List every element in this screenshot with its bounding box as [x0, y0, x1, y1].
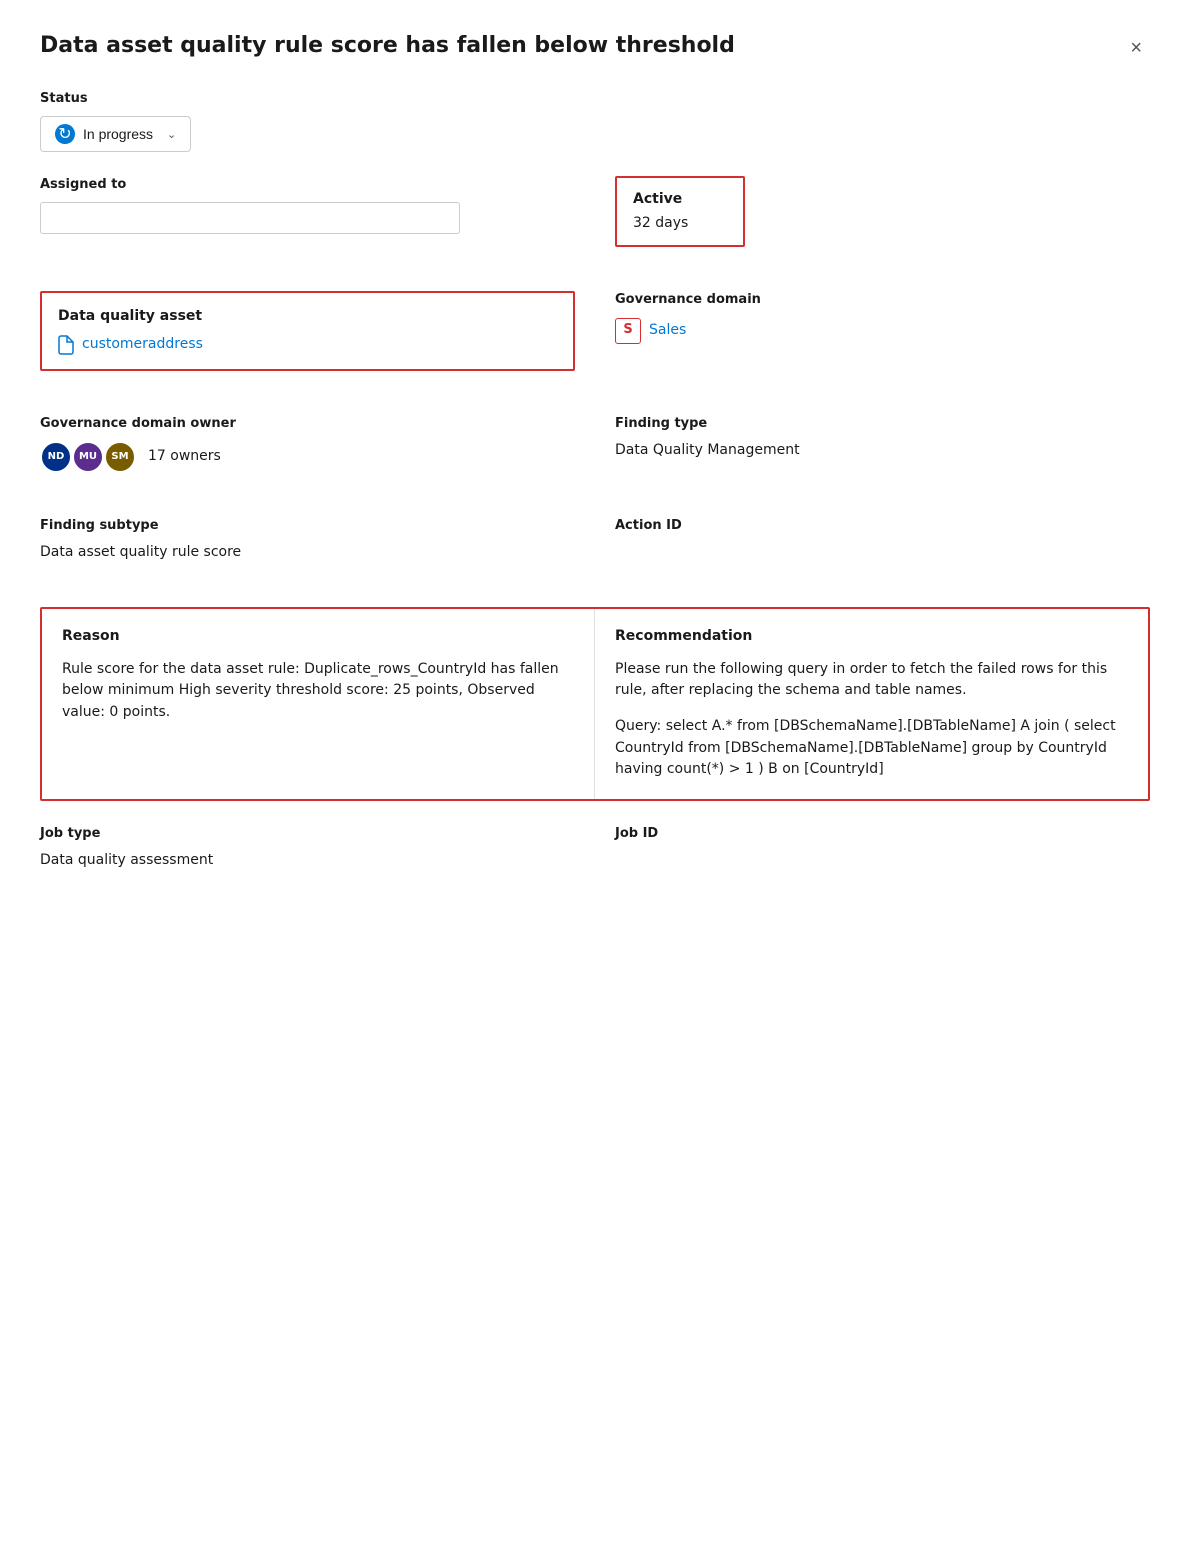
rec-text: Please run the following query in order …: [615, 659, 1128, 781]
status-value: In progress: [83, 126, 153, 142]
finding-type-value: Data Quality Management: [615, 441, 1150, 461]
finding-type-label: Finding type: [615, 415, 1150, 433]
action-id-label: Action ID: [615, 517, 1150, 535]
avatar-nd: ND: [40, 441, 72, 473]
active-title: Active: [633, 190, 727, 210]
status-dropdown[interactable]: ↻ In progress ⌄: [40, 116, 191, 152]
dqa-gov-row: Data quality asset customeraddress Gover…: [40, 291, 1150, 391]
reason-label: Reason: [62, 627, 574, 647]
finding-type-group: Finding type Data Quality Management: [615, 415, 1150, 473]
status-refresh-icon: ↻: [55, 124, 75, 144]
status-label: Status: [40, 90, 1150, 108]
gov-domain-value: S Sales: [615, 318, 1150, 344]
assigned-to-group: Assigned to: [40, 176, 575, 247]
rec-text-p1: Please run the following query in order …: [615, 659, 1128, 702]
gov-domain-link[interactable]: Sales: [649, 321, 686, 341]
dialog-container: Data asset quality rule score has fallen…: [0, 0, 1190, 1547]
assigned-to-input[interactable]: [40, 202, 460, 234]
gov-badge: S: [615, 318, 641, 344]
governance-domain-group: Governance domain S Sales: [615, 291, 1150, 371]
governance-domain-label: Governance domain: [615, 291, 1150, 309]
rec-label: Recommendation: [615, 627, 1128, 647]
finding-subtype-label: Finding subtype: [40, 517, 575, 535]
avatar-sm: SM: [104, 441, 136, 473]
job-id-label: Job ID: [615, 825, 1150, 843]
status-section: Status ↻ In progress ⌄: [40, 90, 1150, 152]
finding-subtype-group: Finding subtype Data asset quality rule …: [40, 517, 575, 563]
rec-text-p2: Query: select A.* from [DBSchemaName].[D…: [615, 716, 1128, 781]
assigned-active-row: Assigned to Active 32 days: [40, 176, 1150, 267]
dialog-header: Data asset quality rule score has fallen…: [40, 32, 1150, 62]
active-group: Active 32 days: [615, 176, 1150, 247]
job-row: Job type Data quality assessment Job ID: [40, 825, 1150, 891]
reason-col: Reason Rule score for the data asset rul…: [42, 609, 595, 799]
file-icon: [58, 335, 74, 355]
finding-subtype-value: Data asset quality rule score: [40, 543, 575, 563]
gov-owner-group: Governance domain owner ND MU SM 17 owne…: [40, 415, 575, 473]
active-days: 32 days: [633, 214, 727, 234]
active-box: Active 32 days: [615, 176, 745, 247]
dialog-title: Data asset quality rule score has fallen…: [40, 32, 735, 61]
avatar-mu: MU: [72, 441, 104, 473]
recommendation-col: Recommendation Please run the following …: [595, 609, 1148, 799]
reason-rec-box: Reason Rule score for the data asset rul…: [40, 607, 1150, 801]
job-type-value: Data quality assessment: [40, 851, 575, 871]
chevron-down-icon: ⌄: [167, 128, 176, 141]
dqa-link[interactable]: customeraddress: [58, 335, 557, 355]
close-button[interactable]: ×: [1122, 34, 1150, 62]
owners-row: ND MU SM 17 owners: [40, 441, 575, 473]
assigned-to-label: Assigned to: [40, 176, 575, 194]
job-type-group: Job type Data quality assessment: [40, 825, 575, 871]
data-quality-asset-box: Data quality asset customeraddress: [40, 291, 575, 371]
gov-owner-label: Governance domain owner: [40, 415, 575, 433]
owners-count: 17 owners: [148, 447, 221, 467]
reason-text: Rule score for the data asset rule: Dupl…: [62, 659, 574, 724]
dqa-label: Data quality asset: [58, 307, 557, 327]
owner-finding-row: Governance domain owner ND MU SM 17 owne…: [40, 415, 1150, 493]
job-id-group: Job ID: [615, 825, 1150, 871]
job-type-label: Job type: [40, 825, 575, 843]
action-id-group: Action ID: [615, 517, 1150, 563]
dqa-link-text: customeraddress: [82, 335, 203, 355]
subtype-actionid-row: Finding subtype Data asset quality rule …: [40, 517, 1150, 583]
